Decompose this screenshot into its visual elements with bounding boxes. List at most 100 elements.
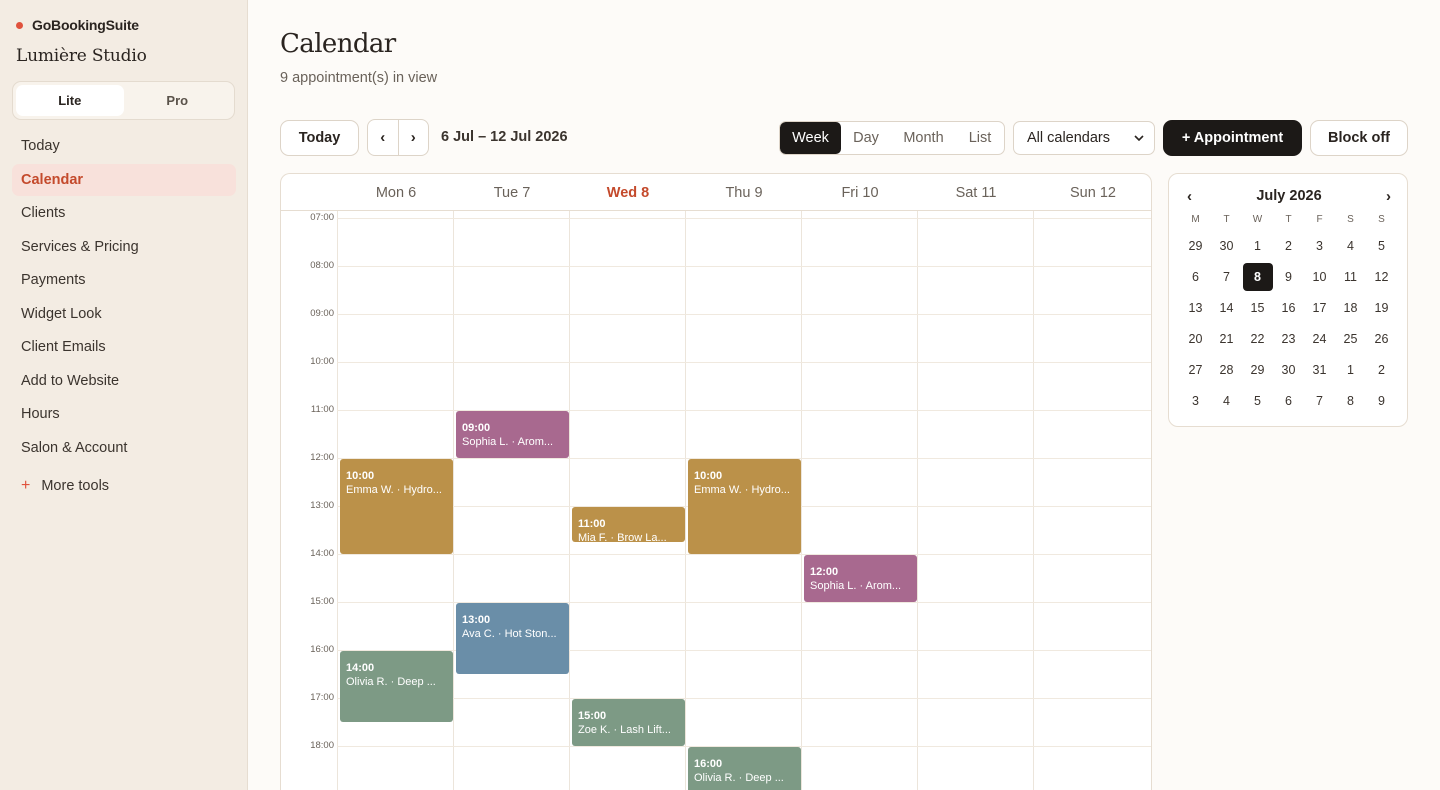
day-header[interactable]: Fri 10 [802,174,918,211]
mini-day[interactable]: 9 [1273,261,1304,292]
calendar-select[interactable]: All calendars [1013,121,1155,155]
mini-day[interactable]: 8 [1242,261,1273,292]
mini-day[interactable]: 27 [1180,354,1211,385]
plan-pro-button[interactable]: Pro [124,85,232,116]
view-list-button[interactable]: List [956,122,1004,154]
add-appointment-button[interactable]: + Appointment [1163,120,1302,156]
mini-day[interactable]: 6 [1273,385,1304,416]
mini-day[interactable]: 11 [1335,261,1366,292]
sidebar-item-today[interactable]: Today [12,130,236,162]
mini-day[interactable]: 29 [1180,230,1211,261]
mini-day[interactable]: 12 [1366,261,1397,292]
mini-day-number: 2 [1378,362,1385,377]
appointment-block[interactable]: 09:00 Sophia L. · Arom... [456,411,569,458]
day-header[interactable]: Sun 12 [1034,174,1151,211]
mini-day[interactable]: 10 [1304,261,1335,292]
mini-day[interactable]: 13 [1180,292,1211,323]
mini-weekday-label: S [1347,214,1354,225]
sidebar-item-calendar[interactable]: Calendar [12,163,236,196]
hour-gridline [337,266,1151,267]
appointment-block[interactable]: 15:00 Zoe K. · Lash Lift... [572,699,685,746]
mini-day[interactable]: 18 [1335,292,1366,323]
mini-day[interactable]: 19 [1366,292,1397,323]
mini-day[interactable]: 1 [1242,230,1273,261]
mini-day[interactable]: 2 [1273,230,1304,261]
mini-day[interactable]: 2 [1366,354,1397,385]
view-day-button[interactable]: Day [841,122,891,154]
mini-day[interactable]: 21 [1211,323,1242,354]
mini-day[interactable]: 9 [1366,385,1397,416]
day-header[interactable]: Thu 9 [686,174,802,211]
mini-day[interactable]: 30 [1211,230,1242,261]
mini-day[interactable]: 3 [1180,385,1211,416]
mini-day[interactable]: 17 [1304,292,1335,323]
mini-day[interactable]: 7 [1211,261,1242,292]
mini-day-number: 5 [1378,238,1385,253]
mini-day[interactable]: 28 [1211,354,1242,385]
sidebar-item-clients[interactable]: Clients [12,197,236,229]
sidebar-item-add-to-website[interactable]: Add to Website [12,365,236,397]
week-calendar: Mon 6 Tue 7 Wed 8 Thu 9 Fri 10 Sat 11 Sun 12 0… [280,173,1152,790]
mini-day[interactable]: 4 [1335,230,1366,261]
sidebar-item-services-pricing[interactable]: Services & Pricing [12,231,236,263]
today-button[interactable]: Today [280,120,359,156]
hour-label: 15:00 [310,596,334,607]
day-column-divider [917,211,918,790]
mini-day[interactable]: 5 [1366,230,1397,261]
day-column-divider [801,211,802,790]
mini-day[interactable]: 4 [1211,385,1242,416]
mini-day[interactable]: 15 [1242,292,1273,323]
view-month-button[interactable]: Month [891,122,956,154]
mini-day[interactable]: 29 [1242,354,1273,385]
mini-day[interactable]: 20 [1180,323,1211,354]
more-tools-button[interactable]: + More tools [21,477,109,495]
appointment-block[interactable]: 16:00 Olivia R. · Deep ... [688,747,801,790]
day-header[interactable]: Tue 7 [454,174,570,211]
day-header[interactable]: Mon 6 [338,174,454,211]
mini-day-number: 22 [1250,331,1265,346]
mini-day[interactable]: 7 [1304,385,1335,416]
day-header[interactable]: Wed 8 [570,174,686,211]
mini-day[interactable]: 3 [1304,230,1335,261]
sidebar-item-payments[interactable]: Payments [12,264,236,296]
period-nav: ‹ › [367,119,429,156]
mini-day[interactable]: 30 [1273,354,1304,385]
prev-week-button[interactable]: ‹ [368,120,399,155]
mini-day[interactable]: 16 [1273,292,1304,323]
mini-day[interactable]: 22 [1242,323,1273,354]
appointment-block[interactable]: 13:00 Ava C. · Hot Ston... [456,603,569,674]
appointment-block[interactable]: 12:00 Sophia L. · Arom... [804,555,917,602]
appointment-time: 14:00 [346,662,375,674]
mini-day[interactable]: 24 [1304,323,1335,354]
mini-day[interactable]: 26 [1366,323,1397,354]
mini-day[interactable]: 5 [1242,385,1273,416]
sidebar-item-client-emails[interactable]: Client Emails [12,331,236,363]
sidebar-item-hours[interactable]: Hours [12,398,236,430]
appointment-block[interactable]: 11:00 Mia F. · Brow La... [572,507,685,542]
next-week-button[interactable]: › [399,120,429,155]
mini-day[interactable]: 6 [1180,261,1211,292]
mini-calendar-grid: M T W T F S S 29 30 1 2 3 4 5 6 7 8 9 10 11 12 13 14 15 16 17 18 19… [1180,214,1397,416]
mini-day[interactable]: 14 [1211,292,1242,323]
view-week-button[interactable]: Week [780,122,841,154]
hour-label: 13:00 [310,500,334,511]
mini-day-number: 17 [1312,300,1327,315]
appointment-block[interactable]: 14:00 Olivia R. · Deep ... [340,651,453,722]
mini-day[interactable]: 25 [1335,323,1366,354]
appointment-time: 16:00 [694,758,723,770]
sidebar-item-widget-look[interactable]: Widget Look [12,298,236,330]
mini-day[interactable]: 31 [1304,354,1335,385]
hour-gridline [337,218,1151,219]
sidebar-item-salon-account[interactable]: Salon & Account [12,432,236,464]
mini-next-month-button[interactable]: › [1386,188,1391,205]
day-header[interactable]: Sat 11 [918,174,1034,211]
hour-label: 12:00 [310,452,334,463]
mini-day[interactable]: 1 [1335,354,1366,385]
plan-lite-button[interactable]: Lite [16,85,124,116]
appointment-block[interactable]: 10:00 Emma W. · Hydro... [340,459,453,554]
mini-day[interactable]: 23 [1273,323,1304,354]
mini-day-number: 8 [1242,262,1273,291]
mini-day[interactable]: 8 [1335,385,1366,416]
block-off-button[interactable]: Block off [1310,120,1408,156]
appointment-block[interactable]: 10:00 Emma W. · Hydro... [688,459,801,554]
